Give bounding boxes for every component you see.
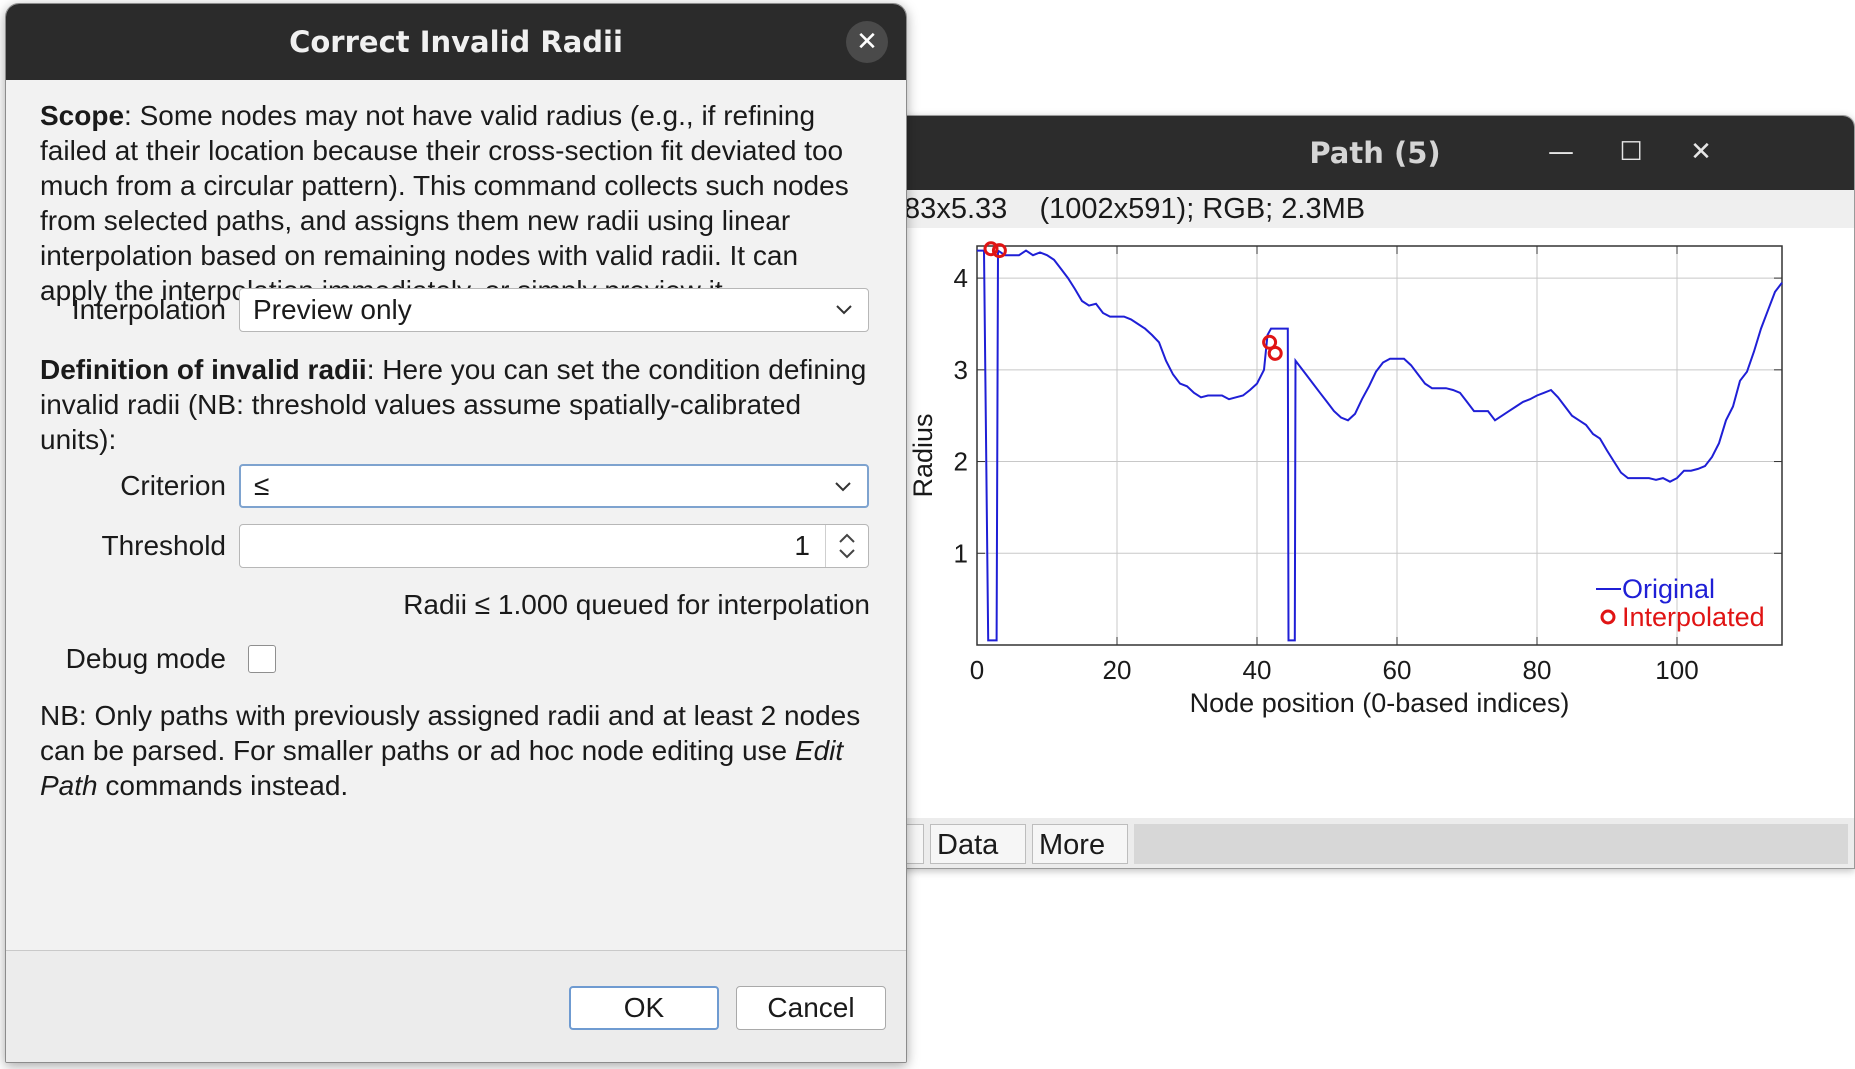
image-info-bar: .83x5.33 (1002x591); RGB; 2.3MB: [896, 190, 1854, 228]
minimize-icon[interactable]: —: [1547, 138, 1575, 166]
note-text: NB: Only paths with previously assigned …: [40, 700, 861, 766]
note-text-end: commands instead.: [97, 770, 349, 801]
legend-interpolated-swatch: [1600, 609, 1616, 625]
legend-interpolated-label: Interpolated: [1622, 602, 1765, 632]
close-icon[interactable]: ✕: [1687, 138, 1715, 166]
maximize-icon[interactable]: ☐: [1617, 138, 1645, 166]
cancel-button[interactable]: Cancel: [736, 986, 886, 1030]
x-tick-label: 80: [1523, 655, 1552, 685]
chart-legend: Original Interpolated: [1596, 574, 1765, 632]
series-interpolated-markers: [983, 241, 1283, 361]
x-tick-label: 20: [1103, 655, 1132, 685]
x-tick-label: 40: [1243, 655, 1272, 685]
dialog-title: Correct Invalid Radii: [289, 25, 623, 59]
interpolation-label: Interpolation: [71, 294, 226, 325]
interpolation-value: Preview only: [253, 294, 412, 325]
y-tick-label: 1: [954, 538, 968, 568]
legend-original-label: Original: [1622, 574, 1715, 604]
debug-mode-checkbox[interactable]: [248, 645, 276, 673]
radius-chart: 0 20 40 60 80 100 1 2 3 4 Node position (0-based…: [908, 241, 1783, 718]
debug-mode-label: Debug mode: [65, 643, 226, 674]
note-paragraph: NB: Only paths with previously assigned …: [40, 698, 870, 803]
threshold-value: 1: [794, 530, 810, 561]
plot-area: 0 20 40 60 80 100 1 2 3 4 Node position (0-based…: [896, 228, 1854, 818]
criterion-select[interactable]: ≤: [239, 464, 869, 508]
scope-text: : Some nodes may not have valid radius (…: [40, 100, 849, 306]
criterion-label: Criterion: [120, 470, 226, 501]
correct-invalid-radii-dialog: Correct Invalid Radii ✕ Scope: Some node…: [5, 3, 907, 1063]
spinner-arrows-icon[interactable]: [825, 525, 868, 567]
y-tick-label: 4: [954, 263, 968, 293]
plot-button-bar: t Data » More »: [896, 818, 1854, 868]
x-axis-label: Node position (0-based indices): [1190, 688, 1570, 718]
plot-window-titlebar: Path (5) — ☐ ✕: [896, 116, 1854, 190]
scope-heading: Scope: [40, 100, 125, 131]
chevron-down-icon: [835, 482, 851, 492]
more-button[interactable]: More »: [1032, 824, 1128, 864]
x-tick-label: 100: [1655, 655, 1698, 685]
threshold-spinner[interactable]: 1: [239, 524, 869, 568]
dialog-body: Scope: Some nodes may not have valid rad…: [6, 80, 906, 1062]
definition-paragraph: Definition of invalid radii: Here you ca…: [40, 352, 870, 457]
y-tick-label: 2: [954, 447, 968, 477]
scope-paragraph: Scope: Some nodes may not have valid rad…: [40, 98, 870, 308]
y-axis-label: Radius: [908, 413, 938, 497]
criterion-value: ≤: [254, 470, 270, 501]
y-tick-label: 3: [954, 355, 968, 385]
status-text: Radii ≤ 1.000 queued for interpolation: [403, 589, 870, 620]
close-icon[interactable]: ✕: [846, 21, 888, 63]
plot-window: Path (5) — ☐ ✕ .83x5.33 (1002x591); RGB;…: [895, 115, 1855, 869]
ok-button[interactable]: OK: [569, 986, 719, 1030]
data-button[interactable]: Data »: [930, 824, 1026, 864]
interpolation-select[interactable]: Preview only: [239, 288, 869, 332]
definition-heading: Definition of invalid radii: [40, 354, 367, 385]
interpolated-point: [1267, 345, 1283, 361]
x-tick-labels: 0 20 40 60 80 100: [970, 655, 1699, 685]
button-bar-filler: [1134, 824, 1848, 864]
y-tick-labels: 1 2 3 4: [954, 263, 968, 568]
dialog-titlebar: Correct Invalid Radii ✕: [6, 4, 906, 80]
x-tick-label: 0: [970, 655, 984, 685]
threshold-label: Threshold: [101, 530, 226, 561]
x-tick-label: 60: [1383, 655, 1412, 685]
chevron-down-icon: [836, 305, 852, 315]
